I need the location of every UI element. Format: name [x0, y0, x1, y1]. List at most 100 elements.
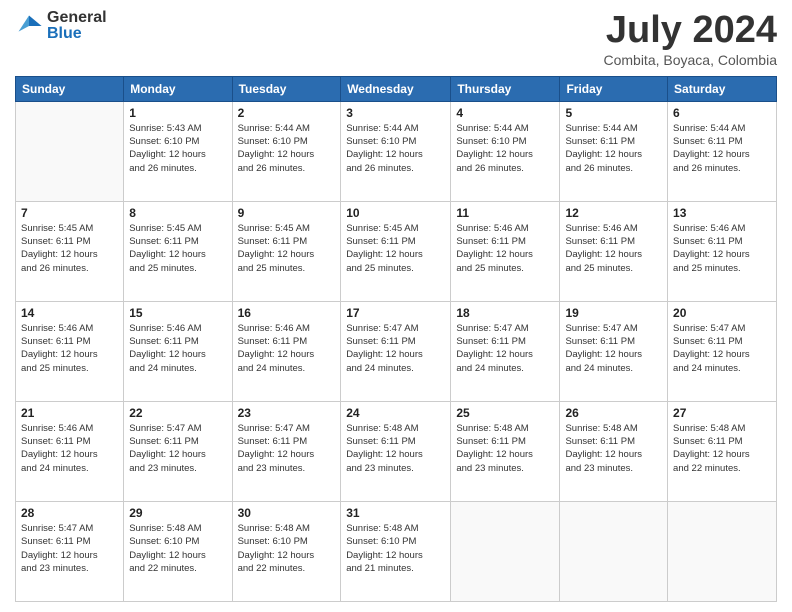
table-row: 13 Sunrise: 5:46 AM Sunset: 6:11 PM Dayli… — [668, 201, 777, 301]
table-row: 4 Sunrise: 5:44 AM Sunset: 6:10 PM Daylig… — [451, 101, 560, 201]
day-number: 22 — [129, 406, 226, 420]
day-info: Sunrise: 5:48 AM Sunset: 6:10 PM Dayligh… — [346, 522, 445, 575]
day-info: Sunrise: 5:47 AM Sunset: 6:11 PM Dayligh… — [21, 522, 118, 575]
calendar-table: Sunday Monday Tuesday Wednesday Thursday… — [15, 76, 777, 602]
table-row — [451, 501, 560, 601]
day-info: Sunrise: 5:46 AM Sunset: 6:11 PM Dayligh… — [21, 322, 118, 375]
day-info: Sunrise: 5:45 AM Sunset: 6:11 PM Dayligh… — [346, 222, 445, 275]
header: General Blue July 2024 Combita, Boyaca, … — [15, 10, 777, 68]
col-wednesday: Wednesday — [341, 76, 451, 101]
day-info: Sunrise: 5:45 AM Sunset: 6:11 PM Dayligh… — [238, 222, 336, 275]
logo-icon — [15, 12, 43, 40]
day-number: 7 — [21, 206, 118, 220]
day-number: 12 — [565, 206, 662, 220]
table-row: 24 Sunrise: 5:48 AM Sunset: 6:11 PM Dayli… — [341, 401, 451, 501]
day-number: 3 — [346, 106, 445, 120]
day-info: Sunrise: 5:48 AM Sunset: 6:10 PM Dayligh… — [238, 522, 336, 575]
day-number: 19 — [565, 306, 662, 320]
day-info: Sunrise: 5:44 AM Sunset: 6:11 PM Dayligh… — [565, 122, 662, 175]
day-info: Sunrise: 5:48 AM Sunset: 6:11 PM Dayligh… — [346, 422, 445, 475]
day-number: 5 — [565, 106, 662, 120]
calendar-row: 21Sunrise: 5:46 AM Sunset: 6:11 PM Dayli… — [16, 401, 777, 501]
table-row: 9 Sunrise: 5:45 AM Sunset: 6:11 PM Daylig… — [232, 201, 341, 301]
day-number: 29 — [129, 506, 226, 520]
day-number: 26 — [565, 406, 662, 420]
day-number: 13 — [673, 206, 771, 220]
table-row: 31 Sunrise: 5:48 AM Sunset: 6:10 PM Dayli… — [341, 501, 451, 601]
col-thursday: Thursday — [451, 76, 560, 101]
day-number: 15 — [129, 306, 226, 320]
day-info: Sunrise: 5:47 AM Sunset: 6:11 PM Dayligh… — [673, 322, 771, 375]
table-row: 6 Sunrise: 5:44 AM Sunset: 6:11 PM Daylig… — [668, 101, 777, 201]
day-info: Sunrise: 5:44 AM Sunset: 6:10 PM Dayligh… — [456, 122, 554, 175]
table-row: 17Sunrise: 5:47 AM Sunset: 6:11 PM Dayli… — [341, 301, 451, 401]
day-info: Sunrise: 5:44 AM Sunset: 6:10 PM Dayligh… — [346, 122, 445, 175]
day-number: 25 — [456, 406, 554, 420]
table-row: 5 Sunrise: 5:44 AM Sunset: 6:11 PM Daylig… — [560, 101, 668, 201]
table-row: 3 Sunrise: 5:44 AM Sunset: 6:10 PM Daylig… — [341, 101, 451, 201]
day-info: Sunrise: 5:46 AM Sunset: 6:11 PM Dayligh… — [565, 222, 662, 275]
day-number: 28 — [21, 506, 118, 520]
logo-blue-text: Blue — [47, 26, 107, 42]
day-number: 6 — [673, 106, 771, 120]
day-number: 4 — [456, 106, 554, 120]
col-friday: Friday — [560, 76, 668, 101]
col-saturday: Saturday — [668, 76, 777, 101]
day-number: 23 — [238, 406, 336, 420]
day-number: 30 — [238, 506, 336, 520]
col-sunday: Sunday — [16, 76, 124, 101]
location: Combita, Boyaca, Colombia — [603, 52, 777, 68]
day-number: 16 — [238, 306, 336, 320]
day-info: Sunrise: 5:47 AM Sunset: 6:11 PM Dayligh… — [238, 422, 336, 475]
day-number: 20 — [673, 306, 771, 320]
table-row — [16, 101, 124, 201]
day-info: Sunrise: 5:47 AM Sunset: 6:11 PM Dayligh… — [129, 422, 226, 475]
table-row: 1Sunrise: 5:43 AM Sunset: 6:10 PM Daylig… — [124, 101, 232, 201]
table-row: 2Sunrise: 5:44 AM Sunset: 6:10 PM Daylig… — [232, 101, 341, 201]
table-row: 11Sunrise: 5:46 AM Sunset: 6:11 PM Dayli… — [451, 201, 560, 301]
day-info: Sunrise: 5:48 AM Sunset: 6:11 PM Dayligh… — [456, 422, 554, 475]
col-monday: Monday — [124, 76, 232, 101]
day-number: 27 — [673, 406, 771, 420]
table-row: 27 Sunrise: 5:48 AM Sunset: 6:11 PM Dayli… — [668, 401, 777, 501]
day-number: 10 — [346, 206, 445, 220]
day-info: Sunrise: 5:47 AM Sunset: 6:11 PM Dayligh… — [456, 322, 554, 375]
table-row: 23 Sunrise: 5:47 AM Sunset: 6:11 PM Dayli… — [232, 401, 341, 501]
calendar-row: 28 Sunrise: 5:47 AM Sunset: 6:11 PM Dayli… — [16, 501, 777, 601]
table-row: 18 Sunrise: 5:47 AM Sunset: 6:11 PM Dayli… — [451, 301, 560, 401]
day-info: Sunrise: 5:46 AM Sunset: 6:11 PM Dayligh… — [21, 422, 118, 475]
day-number: 31 — [346, 506, 445, 520]
page: General Blue July 2024 Combita, Boyaca, … — [0, 0, 792, 612]
title-block: July 2024 Combita, Boyaca, Colombia — [603, 10, 777, 68]
calendar-row: 7 Sunrise: 5:45 AM Sunset: 6:11 PM Daylig… — [16, 201, 777, 301]
calendar-header-row: Sunday Monday Tuesday Wednesday Thursday… — [16, 76, 777, 101]
month-title: July 2024 — [603, 10, 777, 52]
table-row: 12 Sunrise: 5:46 AM Sunset: 6:11 PM Dayli… — [560, 201, 668, 301]
day-number: 14 — [21, 306, 118, 320]
col-tuesday: Tuesday — [232, 76, 341, 101]
day-info: Sunrise: 5:43 AM Sunset: 6:10 PM Dayligh… — [129, 122, 226, 175]
table-row: 29 Sunrise: 5:48 AM Sunset: 6:10 PM Dayli… — [124, 501, 232, 601]
day-number: 24 — [346, 406, 445, 420]
day-number: 18 — [456, 306, 554, 320]
table-row: 7 Sunrise: 5:45 AM Sunset: 6:11 PM Daylig… — [16, 201, 124, 301]
day-info: Sunrise: 5:47 AM Sunset: 6:11 PM Dayligh… — [565, 322, 662, 375]
table-row: 16Sunrise: 5:46 AM Sunset: 6:11 PM Dayli… — [232, 301, 341, 401]
day-info: Sunrise: 5:45 AM Sunset: 6:11 PM Dayligh… — [129, 222, 226, 275]
day-info: Sunrise: 5:48 AM Sunset: 6:10 PM Dayligh… — [129, 522, 226, 575]
table-row: 20 Sunrise: 5:47 AM Sunset: 6:11 PM Dayli… — [668, 301, 777, 401]
day-number: 17 — [346, 306, 445, 320]
table-row: 8Sunrise: 5:45 AM Sunset: 6:11 PM Daylig… — [124, 201, 232, 301]
table-row: 21Sunrise: 5:46 AM Sunset: 6:11 PM Dayli… — [16, 401, 124, 501]
day-number: 2 — [238, 106, 336, 120]
table-row: 28 Sunrise: 5:47 AM Sunset: 6:11 PM Dayli… — [16, 501, 124, 601]
day-number: 9 — [238, 206, 336, 220]
day-info: Sunrise: 5:46 AM Sunset: 6:11 PM Dayligh… — [673, 222, 771, 275]
day-info: Sunrise: 5:48 AM Sunset: 6:11 PM Dayligh… — [673, 422, 771, 475]
day-info: Sunrise: 5:45 AM Sunset: 6:11 PM Dayligh… — [21, 222, 118, 275]
table-row: 14 Sunrise: 5:46 AM Sunset: 6:11 PM Dayli… — [16, 301, 124, 401]
table-row: 30 Sunrise: 5:48 AM Sunset: 6:10 PM Dayli… — [232, 501, 341, 601]
day-info: Sunrise: 5:44 AM Sunset: 6:11 PM Dayligh… — [673, 122, 771, 175]
table-row: 10 Sunrise: 5:45 AM Sunset: 6:11 PM Dayli… — [341, 201, 451, 301]
table-row: 25 Sunrise: 5:48 AM Sunset: 6:11 PM Dayli… — [451, 401, 560, 501]
